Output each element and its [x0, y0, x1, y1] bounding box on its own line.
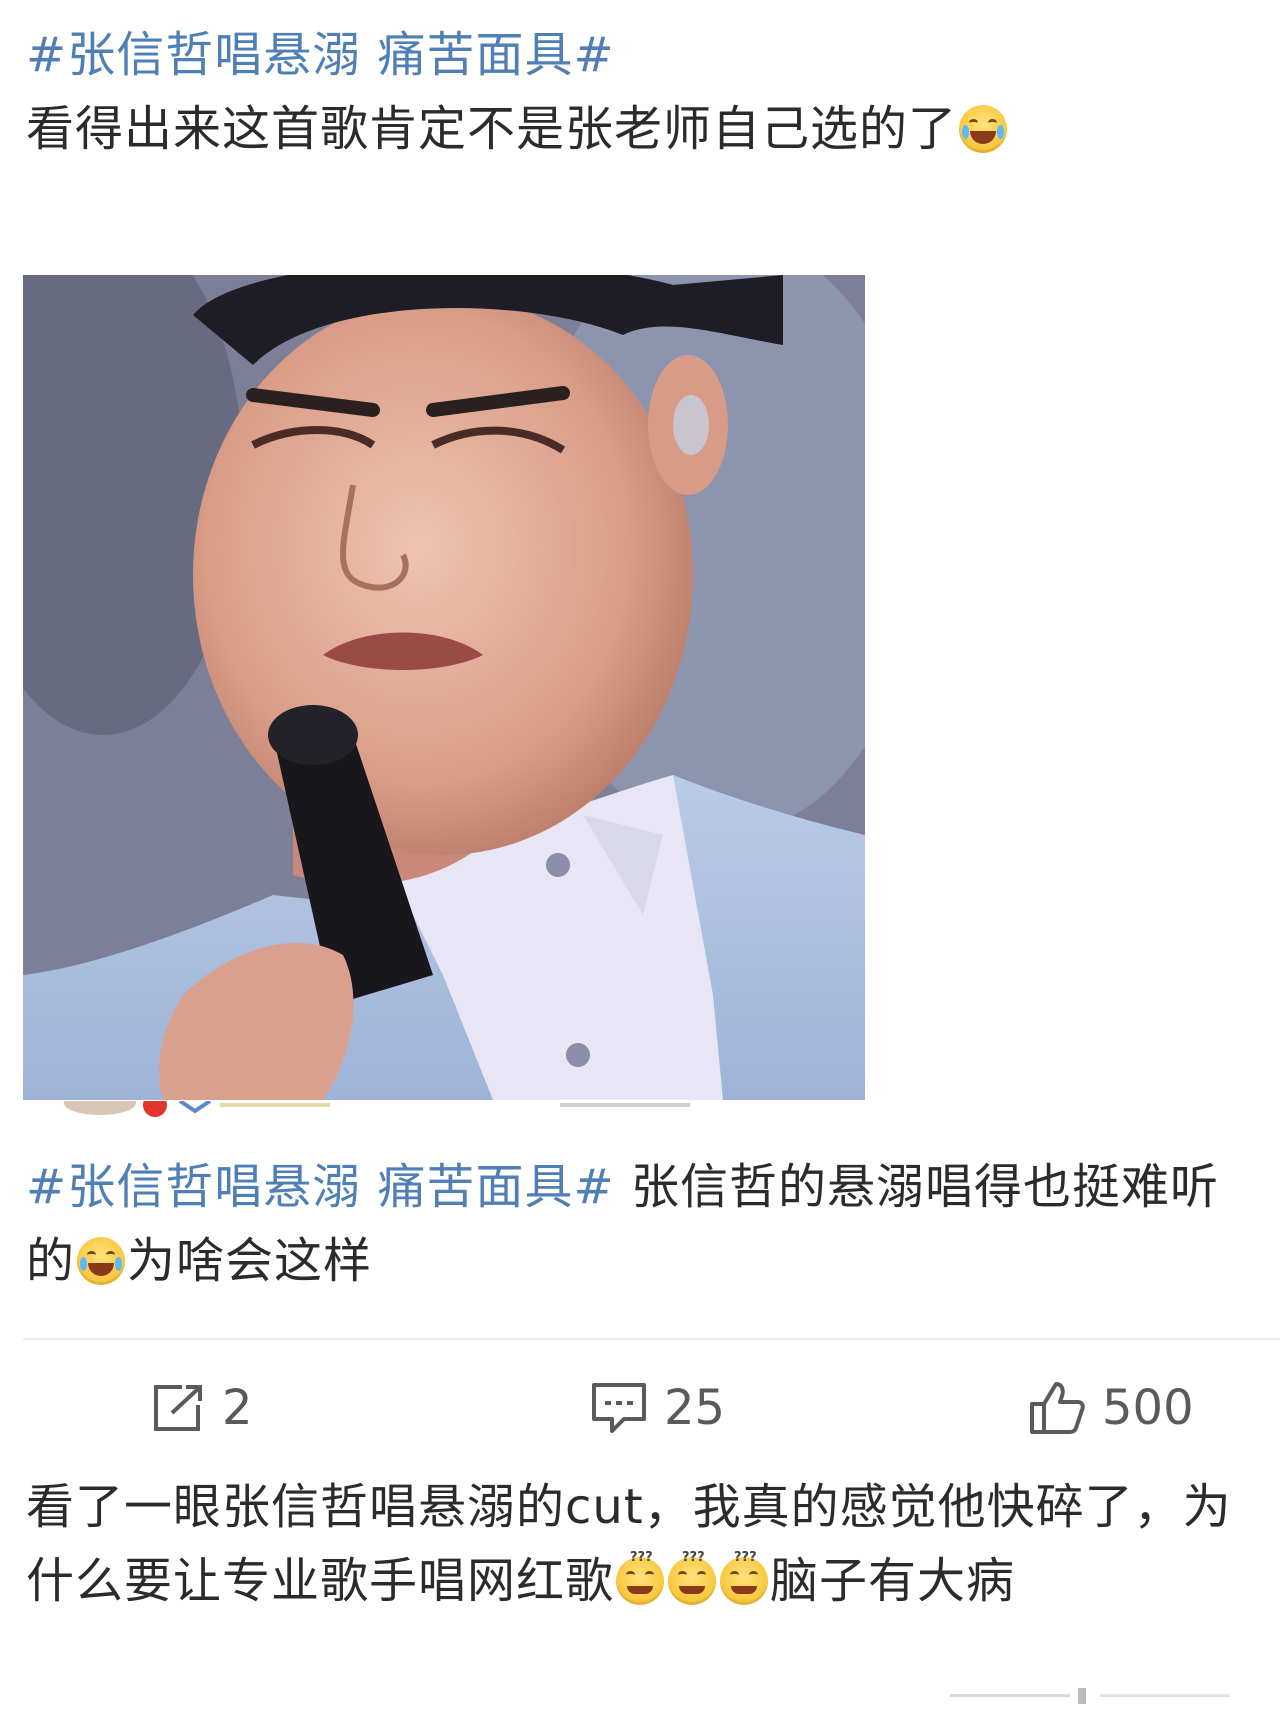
hashtag-link[interactable]: #张信哲唱悬溺 痛苦面具# [26, 27, 615, 83]
comment-icon [592, 1383, 646, 1433]
dizzy-emoji-icon: ??? [616, 1551, 665, 1605]
comment-count: 25 [664, 1380, 726, 1436]
singer-closeup-photo[interactable] [23, 275, 865, 1100]
cropped-header-remnant [60, 1101, 780, 1119]
post-3: 看了一眼张信哲唱悬溺的cut，我真的感觉他快碎了，为什么要让专业歌手唱网红歌??… [26, 1470, 1260, 1618]
like-count: 500 [1102, 1380, 1194, 1436]
bottom-bar-remnant [950, 1688, 1250, 1704]
post-1: #张信哲唱悬溺 痛苦面具# 看得出来这首歌肯定不是张老师自己选的了 [26, 18, 1260, 166]
hashtag-link[interactable]: #张信哲唱悬溺 痛苦面具# [26, 1159, 615, 1215]
repost-button[interactable]: 2 [152, 1378, 253, 1438]
comment-button[interactable]: 25 [590, 1378, 725, 1438]
photo-illustration [23, 275, 865, 1100]
laugh-cry-emoji-icon [959, 105, 1008, 153]
divider [23, 1338, 1280, 1340]
thumbs-up-icon [1030, 1382, 1085, 1434]
post-2: #张信哲唱悬溺 痛苦面具# 张信哲的悬溺唱得也挺难听的 为啥会这样 [26, 1150, 1260, 1298]
post-3-text-b: 脑子有大病 [770, 1553, 1016, 1609]
repost-count: 2 [222, 1380, 253, 1436]
dizzy-emoji-icon: ??? [668, 1551, 717, 1605]
crying-emoji-icon [77, 1237, 126, 1285]
post-1-text: 看得出来这首歌肯定不是张老师自己选的了 [26, 101, 958, 157]
post-2-text-b: 为啥会这样 [127, 1233, 373, 1289]
repost-icon [154, 1385, 202, 1431]
dizzy-emoji-icon: ??? [720, 1551, 769, 1605]
like-button[interactable]: 500 [1028, 1378, 1194, 1438]
